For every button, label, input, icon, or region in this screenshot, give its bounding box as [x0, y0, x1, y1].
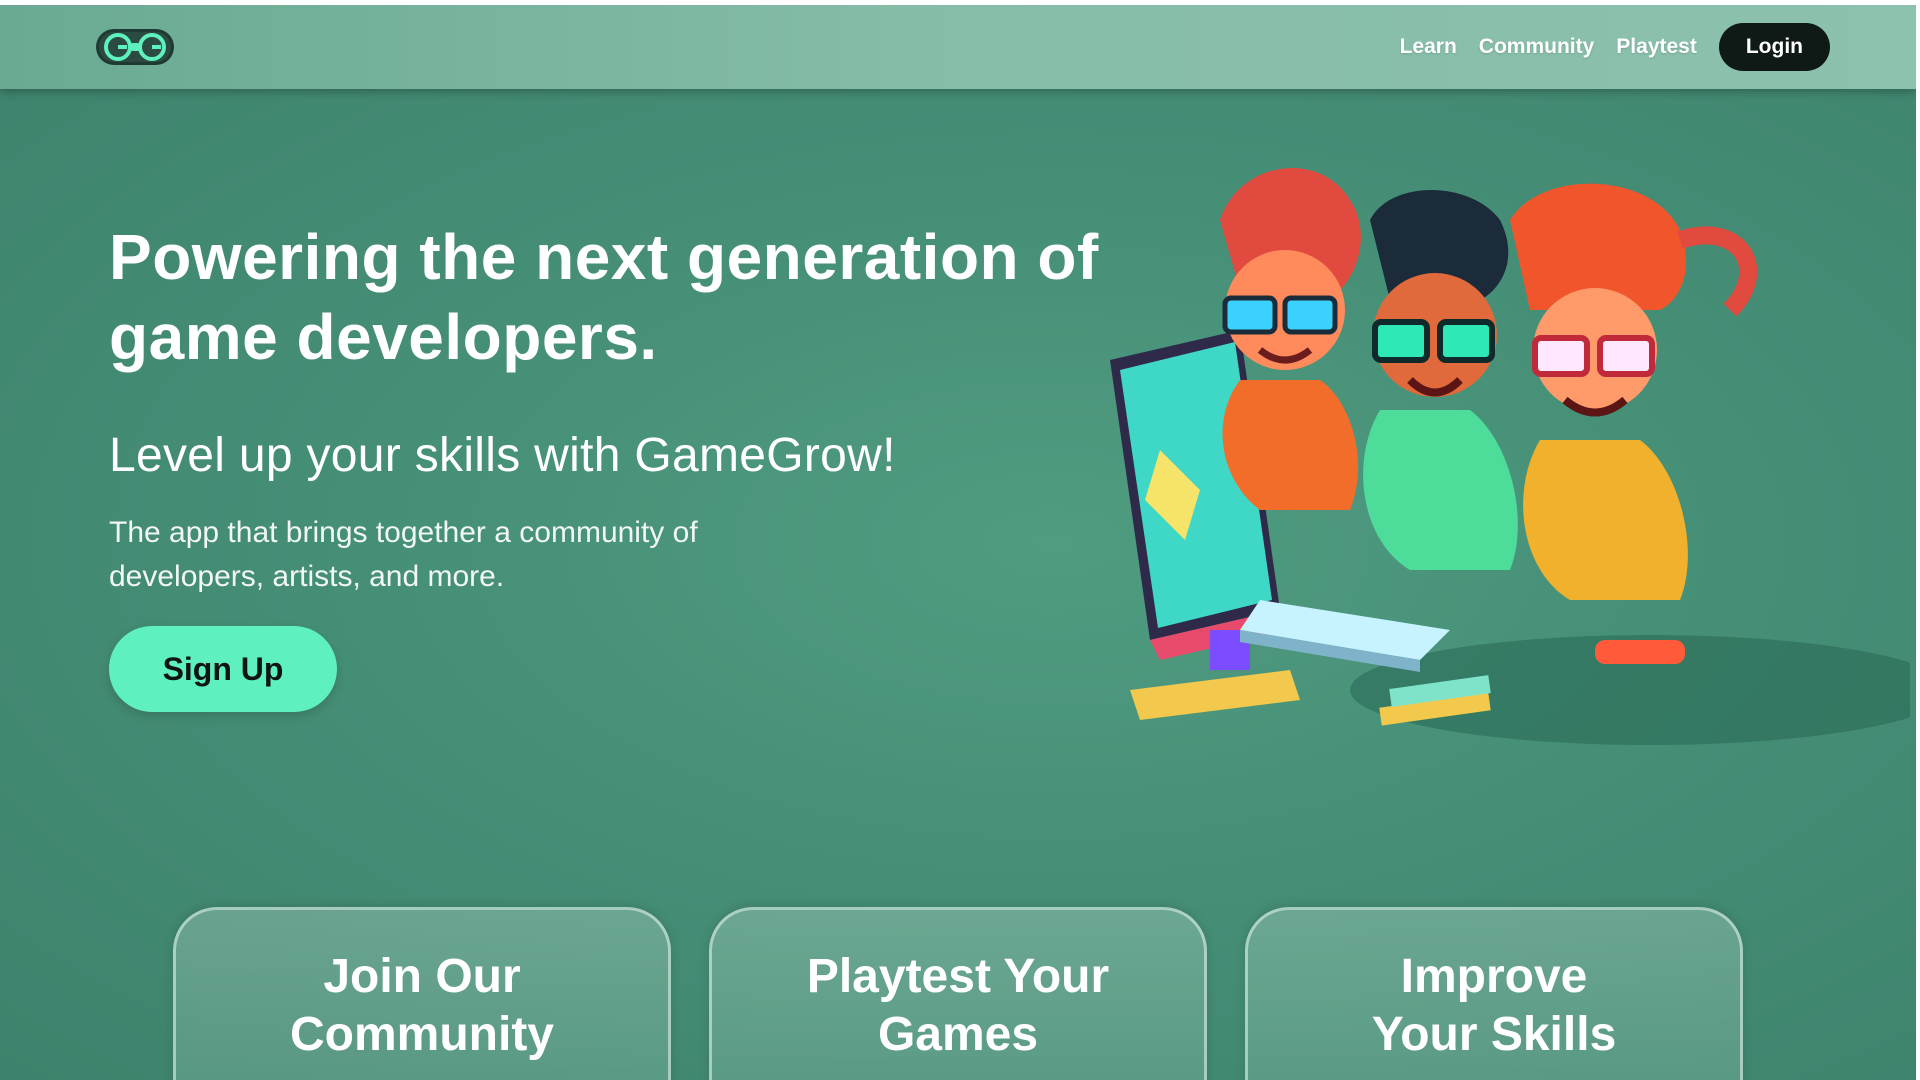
page-frame: Learn Community Playtest Login Powering … — [0, 5, 1916, 1080]
feature-card-skills[interactable]: Improve Your Skills — [1245, 907, 1743, 1080]
hero-subheadline: Level up your skills with GameGrow! — [109, 429, 896, 482]
top-navbar: Learn Community Playtest Login — [0, 5, 1916, 89]
nav-learn[interactable]: Learn — [1400, 35, 1457, 59]
kid-two-illustration — [1363, 190, 1518, 570]
feature-card-playtest[interactable]: Playtest Your Games — [709, 907, 1207, 1080]
main-nav: Learn Community Playtest Login — [1400, 23, 1830, 71]
feature-title: Improve Your Skills — [1371, 950, 1617, 1061]
nav-playtest[interactable]: Playtest — [1616, 35, 1697, 59]
hero-description: The app that brings together a community… — [109, 516, 698, 593]
hero-illustration — [1110, 167, 1910, 745]
login-button[interactable]: Login — [1718, 23, 1830, 71]
feature-title: Playtest Your Games — [806, 950, 1110, 1061]
feature-card-community[interactable]: Join Our Community — [173, 907, 671, 1080]
kid-three-illustration — [1510, 183, 1758, 664]
feature-title: Join Our Community — [290, 950, 554, 1061]
hero-headline: Powering the next generation of game dev… — [109, 221, 1099, 373]
nav-community[interactable]: Community — [1479, 35, 1595, 59]
kid-one-illustration — [1220, 167, 1361, 510]
signup-button[interactable]: Sign Up — [109, 626, 337, 712]
gamegrow-logo-icon[interactable] — [94, 25, 176, 69]
